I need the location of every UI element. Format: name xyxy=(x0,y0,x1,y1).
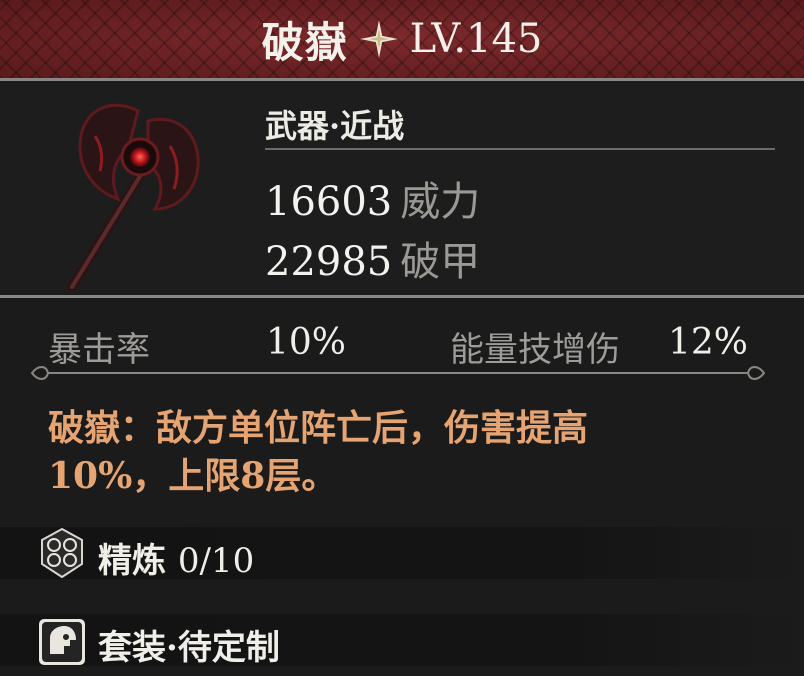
set-label: 套装·待定制 xyxy=(98,628,280,668)
effect-description: 破嶽：敌方单位阵亡后，伤害提高 10%，上限8层。 xyxy=(48,404,748,500)
main-stat-label: 破甲 xyxy=(400,239,481,285)
weapon-category: 武器·近战 xyxy=(265,107,405,145)
refine-label: 精炼 xyxy=(98,541,166,581)
refine-text: 精炼 0/10 xyxy=(98,533,254,582)
main-stat-power: 16603 威力 xyxy=(265,169,480,227)
section-divider xyxy=(0,295,804,298)
category-divider xyxy=(265,148,775,150)
effect-line: 10%，上限8层。 xyxy=(48,455,338,497)
substat-energy-value: 12% xyxy=(668,322,749,363)
effect-line: 破嶽：敌方单位阵亡后，伤害提高 xyxy=(48,407,589,449)
honeycomb-icon xyxy=(41,527,83,579)
main-stat-value: 16603 xyxy=(265,179,393,225)
item-overview: 武器·近战 16603 威力 22985 破甲 xyxy=(0,81,804,293)
set-bar[interactable]: 套装·待定制 xyxy=(0,614,804,668)
refine-value: 0/10 xyxy=(177,541,255,581)
ornament-divider xyxy=(30,366,766,380)
four-point-star-icon xyxy=(359,20,398,58)
item-level: LV.145 xyxy=(409,16,543,62)
item-name: 破嶽 xyxy=(261,17,348,67)
substat-crit-value: 10% xyxy=(266,322,347,363)
set-helmet-icon xyxy=(39,619,85,665)
item-header: 破嶽 LV.145 xyxy=(0,0,804,81)
main-stat-armor-break: 22985 破甲 xyxy=(265,229,480,287)
main-stat-value: 22985 xyxy=(265,239,393,285)
battle-axe-icon xyxy=(67,103,200,291)
main-stat-label: 威力 xyxy=(400,179,481,225)
refine-bar[interactable]: 精炼 0/10 xyxy=(0,527,804,582)
